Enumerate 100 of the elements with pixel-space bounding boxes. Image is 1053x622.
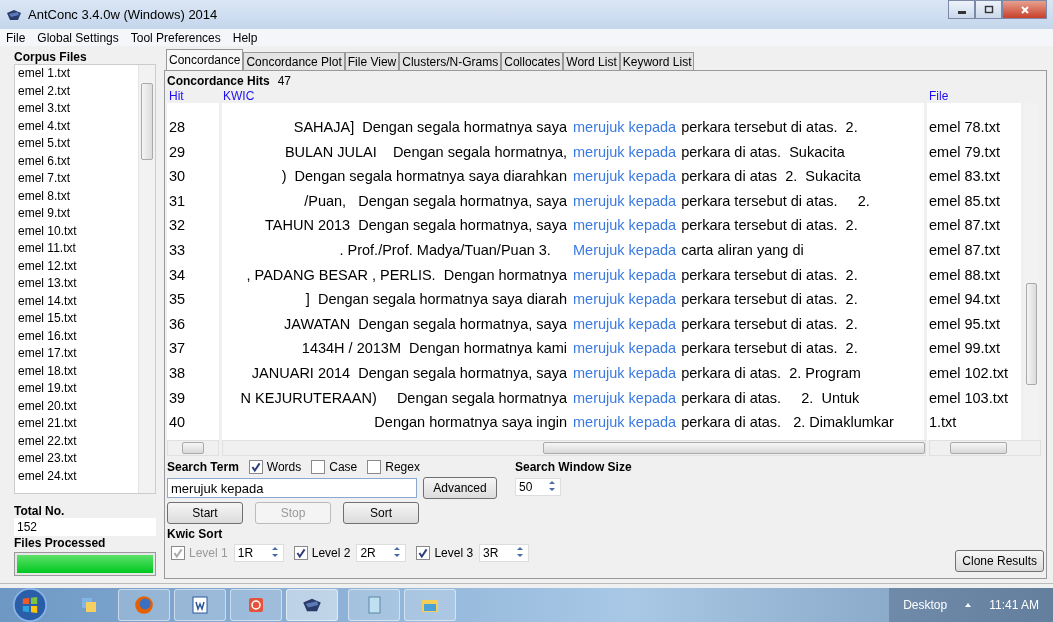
menu-item[interactable]: Help — [232, 30, 258, 45]
column-header[interactable]: File — [929, 89, 949, 103]
start-button[interactable] — [10, 587, 50, 622]
action-button[interactable]: Start — [167, 502, 243, 524]
corpus-file-item[interactable]: emel 12.txt — [18, 257, 138, 275]
corpus-file-item[interactable]: emel 8.txt — [18, 187, 138, 205]
scrollbar[interactable] — [138, 65, 155, 493]
menu-item[interactable]: Tool Preferences — [130, 30, 221, 45]
scrollbar[interactable] — [222, 440, 926, 456]
checkbox[interactable] — [293, 546, 308, 560]
left-context: /Puan, Dengan segala hormatnya, saya — [303, 191, 567, 211]
checkbox-label: Level 3 — [434, 546, 474, 560]
corpus-file-item[interactable]: emel 2.txt — [18, 82, 138, 100]
checkbox-label: Level 2 — [311, 546, 351, 560]
file-name: 1.txt — [929, 413, 958, 433]
left-context: N KEJURUTERAAN) Dengan segala hormatnya — [239, 388, 567, 408]
hit-number: 28 — [169, 118, 187, 137]
left-context: 1434H / 2013M Dengan hormatnya kami — [300, 339, 567, 359]
left-context: TAHUN 2013 Dengan segala hormatnya, saya — [264, 216, 567, 236]
presentation-icon[interactable] — [246, 595, 266, 615]
left-context: ] Dengan segala hormatnya saya diarah — [304, 290, 567, 310]
spin-box[interactable]: 3R — [479, 544, 530, 562]
corpus-file-item[interactable]: emel 19.txt — [18, 380, 138, 398]
corpus-file-item[interactable]: emel 1.txt — [18, 65, 138, 83]
tab[interactable]: File View — [344, 52, 400, 70]
scrollbar[interactable] — [929, 440, 1041, 456]
corpus-file-item[interactable]: emel 23.txt — [18, 450, 138, 468]
right-context: perkara di atas. Sukacita — [681, 142, 845, 162]
tab[interactable]: Keyword List — [619, 52, 695, 70]
corpus-file-item[interactable]: emel 21.txt — [18, 415, 138, 433]
minimize-button[interactable] — [948, 0, 975, 19]
corpus-file-item[interactable]: emel 7.txt — [18, 170, 138, 188]
scrollbar[interactable] — [167, 440, 219, 456]
spin-box[interactable]: 50 — [515, 478, 561, 496]
total-label: Total No. — [14, 504, 66, 518]
corpus-file-item[interactable]: emel 14.txt — [18, 292, 138, 310]
left-context: JAWATAN Dengan segala hormatnya, saya — [283, 314, 567, 334]
checkbox[interactable] — [416, 546, 431, 560]
corpus-file-item[interactable]: emel 24.txt — [18, 467, 138, 485]
hit-number: 37 — [169, 339, 187, 359]
corpus-file-item[interactable]: emel 3.txt — [18, 100, 138, 118]
app-icon[interactable] — [302, 597, 322, 613]
app-icon — [6, 8, 22, 21]
column-header[interactable]: KWIC — [223, 89, 255, 103]
search-window-size-label: Search Window Size — [515, 460, 633, 474]
maximize-button[interactable] — [975, 0, 1002, 19]
checkbox-label: Regex — [385, 460, 420, 474]
checkbox[interactable] — [367, 460, 382, 474]
tab[interactable]: Concordance — [166, 49, 244, 70]
keyword: merujuk kepada — [573, 339, 677, 359]
hit-number: 32 — [169, 216, 187, 236]
corpus-file-item[interactable]: emel 11.txt — [18, 240, 138, 258]
keyword: merujuk kepada — [573, 290, 677, 310]
file-name: emel 94.txt — [929, 290, 1001, 310]
left-context: , PADANG BESAR , PERLIS. Dengan hormatnya — [245, 265, 567, 285]
corpus-file-item[interactable]: emel 13.txt — [18, 275, 138, 293]
action-button[interactable]: Sort — [343, 502, 419, 524]
corpus-file-item[interactable]: emel 17.txt — [18, 345, 138, 363]
keyword: merujuk kepada — [573, 191, 677, 211]
left-context: Dengan hormatnya saya ingin — [373, 413, 567, 433]
close-button[interactable] — [1002, 0, 1047, 19]
desktop-toolbar[interactable]: Desktop — [903, 598, 948, 612]
file-name: emel 87.txt — [929, 216, 1001, 236]
hit-number: 40 — [169, 413, 187, 433]
column-header[interactable]: Hit — [169, 89, 184, 103]
hit-number: 36 — [169, 314, 187, 334]
file-name: emel 87.txt — [929, 240, 1001, 260]
menu-item[interactable]: Global Settings — [37, 30, 119, 45]
total-field: 152 — [14, 518, 156, 536]
corpus-file-item[interactable]: emel 16.txt — [18, 327, 138, 345]
corpus-file-item[interactable]: emel 18.txt — [18, 362, 138, 380]
clone-results-button[interactable]: Clone Results — [955, 550, 1044, 572]
tab[interactable]: Word List — [563, 52, 620, 70]
tab[interactable]: Concordance Plot — [243, 52, 345, 70]
right-context: perkara tersebut di atas. 2. — [681, 339, 858, 359]
corpus-file-item[interactable]: emel 9.txt — [18, 205, 138, 223]
keyword: merujuk kepada — [573, 363, 677, 383]
corpus-file-item[interactable]: emel 20.txt — [18, 397, 138, 415]
left-context: . Prof./Prof. Madya/Tuan/Puan 3. — [338, 240, 552, 260]
search-field[interactable]: merujuk kepada — [167, 478, 417, 498]
tab[interactable]: Clusters/N-Grams — [399, 52, 502, 70]
document-icon[interactable] — [190, 595, 210, 615]
corpus-file-item[interactable]: emel 10.txt — [18, 222, 138, 240]
corpus-file-item[interactable]: emel 6.txt — [18, 152, 138, 170]
folder-stack-icon[interactable] — [79, 595, 99, 615]
corpus-file-item[interactable]: emel 22.txt — [18, 432, 138, 450]
browser-icon[interactable] — [133, 594, 155, 616]
spin-box[interactable]: 2R — [356, 544, 407, 562]
checkbox[interactable] — [248, 460, 263, 474]
tab[interactable]: Collocates — [501, 52, 564, 70]
corpus-file-item[interactable]: emel 4.txt — [18, 117, 138, 135]
menu-item[interactable]: File — [6, 30, 26, 45]
clock[interactable]: 11:41 AM — [989, 598, 1039, 612]
advanced-button[interactable]: Advanced — [423, 477, 497, 499]
keyword: Merujuk kepada — [573, 240, 677, 260]
search-term-label: Search Term — [167, 460, 239, 474]
file-name: emel 78.txt — [929, 118, 1001, 137]
corpus-file-item[interactable]: emel 15.txt — [18, 310, 138, 328]
corpus-file-item[interactable]: emel 5.txt — [18, 135, 138, 153]
checkbox[interactable] — [311, 460, 326, 474]
